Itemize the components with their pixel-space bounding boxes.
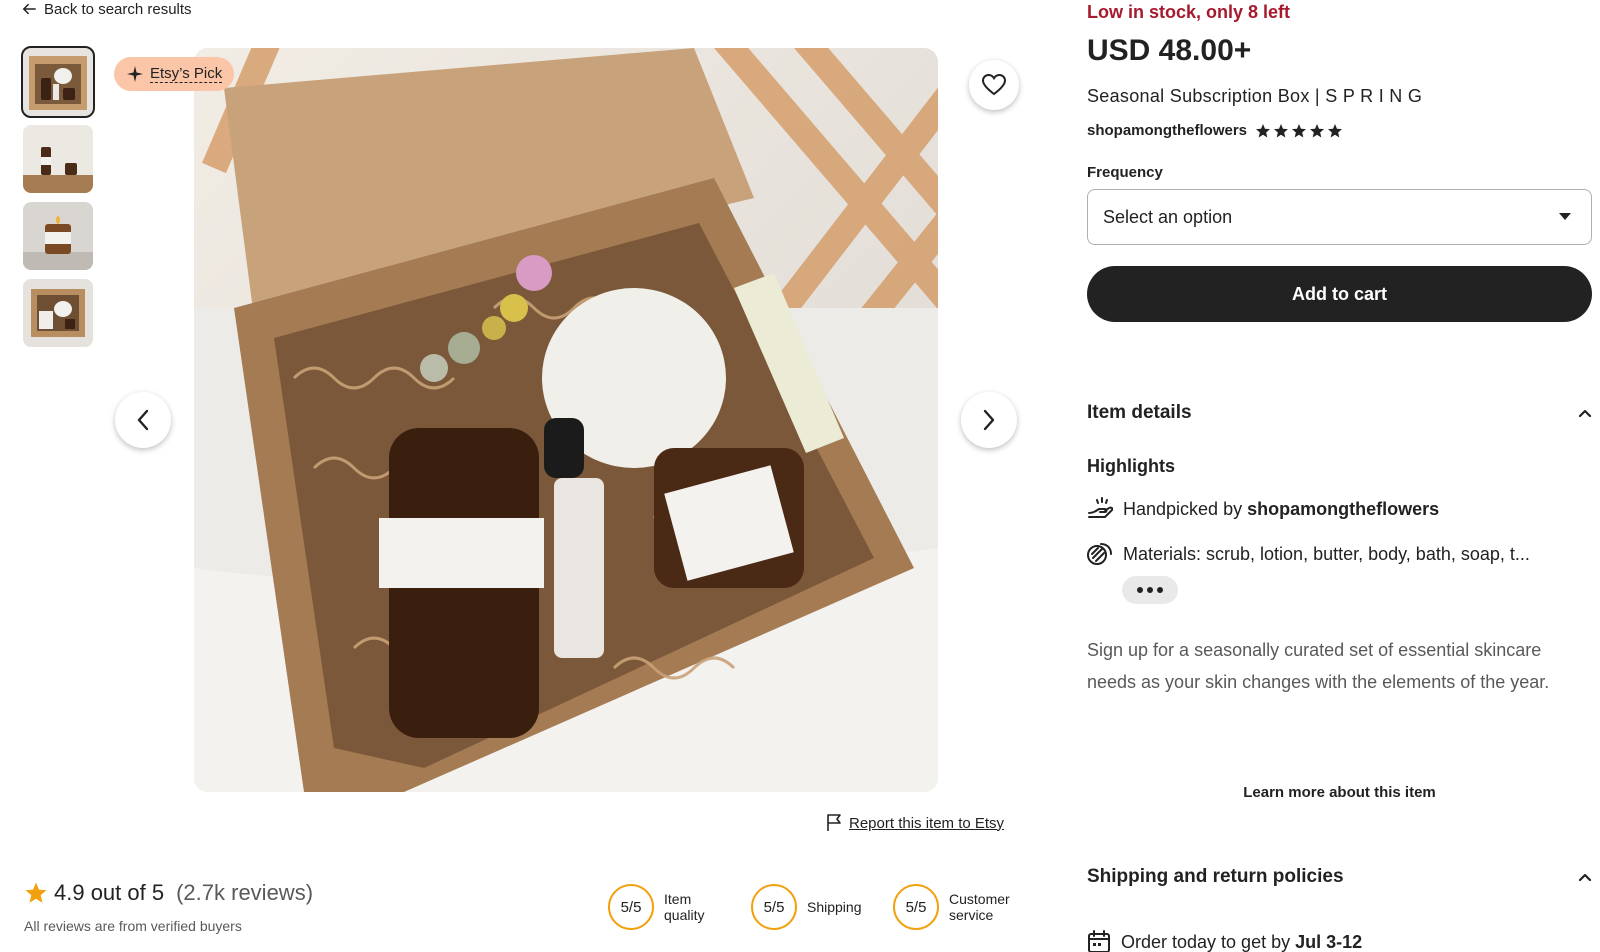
score-label-line2: service <box>949 907 994 923</box>
star-icon <box>1292 123 1307 137</box>
item-quality-score: 5/5 Item quality <box>608 884 704 930</box>
report-item-label: Report this item to Etsy <box>849 814 1005 832</box>
shipping-score: 5/5 Shipping <box>751 884 862 930</box>
chevron-left-icon <box>137 409 149 431</box>
star-icon <box>25 882 47 903</box>
main-product-image[interactable] <box>194 48 938 792</box>
previous-image-button[interactable] <box>115 392 171 448</box>
dot-icon <box>1147 587 1153 593</box>
thumbnail-3[interactable] <box>23 202 93 270</box>
learn-more-button[interactable]: Learn more about this item <box>1087 784 1592 801</box>
score-label: Customer service <box>949 891 1010 923</box>
thumbnail-image <box>23 48 93 116</box>
thumbnail-strip <box>21 46 95 356</box>
frequency-label: Frequency <box>1087 164 1163 181</box>
chevron-right-icon <box>983 409 995 431</box>
back-link-label: Back to search results <box>44 0 192 18</box>
thumbnail-4[interactable] <box>23 279 93 347</box>
shipping-policies-toggle[interactable]: Shipping and return policies <box>1087 866 1592 888</box>
rating-score: 4.9 out of 5 <box>54 880 165 905</box>
product-title: Seasonal Subscription Box | S P R I N G <box>1087 86 1423 106</box>
thumbnail-image <box>23 202 93 270</box>
shipping-policies-heading: Shipping and return policies <box>1087 866 1344 887</box>
heart-icon <box>982 74 1006 96</box>
item-description: Sign up for a seasonally curated set of … <box>1087 640 1550 692</box>
frequency-select[interactable]: Select an option <box>1087 189 1592 245</box>
materials-icon <box>1087 543 1112 565</box>
order-prefix: Order today to get by <box>1121 931 1296 952</box>
back-to-search-link[interactable]: Back to search results <box>22 0 192 18</box>
shop-row: shopamongtheflowers <box>1087 122 1343 139</box>
star-icon <box>1310 123 1325 137</box>
next-image-button[interactable] <box>961 392 1017 448</box>
handpicked-shop[interactable]: shopamongtheflowers <box>1247 499 1439 519</box>
materials-row: Materials: scrub, lotion, butter, body, … <box>1087 542 1592 566</box>
dot-icon <box>1137 587 1143 593</box>
score-label-line1: Shipping <box>807 899 862 915</box>
thumbnail-image <box>23 279 93 347</box>
sparkle-icon <box>127 66 143 82</box>
delivery-estimate-row: Order today to get by Jul 3-12 <box>1087 930 1362 952</box>
product-photo <box>194 48 938 792</box>
verified-buyers-note: All reviews are from verified buyers <box>24 918 242 934</box>
handpicked-row: Handpicked by shopamongtheflowers <box>1087 497 1592 521</box>
score-label-line2: quality <box>664 907 705 923</box>
hand-icon <box>1088 497 1113 518</box>
calendar-icon <box>1088 930 1110 952</box>
chevron-up-icon <box>1578 873 1592 882</box>
score-label-line1: Customer <box>949 891 1010 907</box>
order-date: Jul 3-12 <box>1295 931 1363 952</box>
stock-warning: Low in stock, only 8 left <box>1087 2 1291 22</box>
flag-icon <box>827 814 841 831</box>
frequency-selected-value: Select an option <box>1103 206 1233 227</box>
handpicked-text: Handpicked by shopamongtheflowers <box>1123 499 1439 520</box>
price: USD 48.00+ <box>1087 34 1252 67</box>
score-label-line1: Item <box>664 891 692 907</box>
delivery-estimate-text: Order today to get by Jul 3-12 <box>1121 932 1362 952</box>
customer-service-score: 5/5 Customer service <box>893 884 1010 930</box>
more-highlights-button[interactable] <box>1122 576 1178 604</box>
score-label: Shipping <box>807 899 862 915</box>
etsys-pick-badge[interactable]: Etsy’s Pick <box>114 57 235 91</box>
highlights-heading: Highlights <box>1087 456 1175 476</box>
shop-name-link[interactable]: shopamongtheflowers <box>1087 122 1247 139</box>
favorite-button[interactable] <box>969 60 1019 110</box>
add-to-cart-button[interactable]: Add to cart <box>1087 266 1592 322</box>
rating-summary: 4.9 out of 5 (2.7k reviews) <box>24 880 313 906</box>
star-icon <box>1274 123 1289 137</box>
thumbnail-1[interactable] <box>21 46 95 118</box>
score-ring: 5/5 <box>608 884 654 930</box>
description-fade <box>1087 740 1592 770</box>
chevron-up-icon <box>1578 409 1592 418</box>
thumbnail-2[interactable] <box>23 125 93 193</box>
star-icon <box>1256 123 1271 137</box>
caret-down-icon <box>1559 213 1571 220</box>
handpicked-prefix: Handpicked by <box>1123 498 1248 519</box>
materials-text: Materials: scrub, lotion, butter, body, … <box>1123 543 1530 564</box>
arrow-left-icon <box>22 3 36 15</box>
thumbnail-image <box>23 125 93 193</box>
report-item-link[interactable]: Report this item to Etsy <box>826 814 1004 832</box>
dot-icon <box>1157 587 1163 593</box>
star-icon <box>1328 123 1343 137</box>
shop-rating-stars[interactable] <box>1255 123 1343 139</box>
etsys-pick-label: Etsy’s Pick <box>150 65 223 83</box>
score-ring: 5/5 <box>893 884 939 930</box>
review-count[interactable]: (2.7k reviews) <box>176 880 313 906</box>
score-ring: 5/5 <box>751 884 797 930</box>
item-details-toggle[interactable]: Item details <box>1087 402 1592 424</box>
item-details-heading: Item details <box>1087 402 1192 423</box>
score-label: Item quality <box>664 891 704 923</box>
